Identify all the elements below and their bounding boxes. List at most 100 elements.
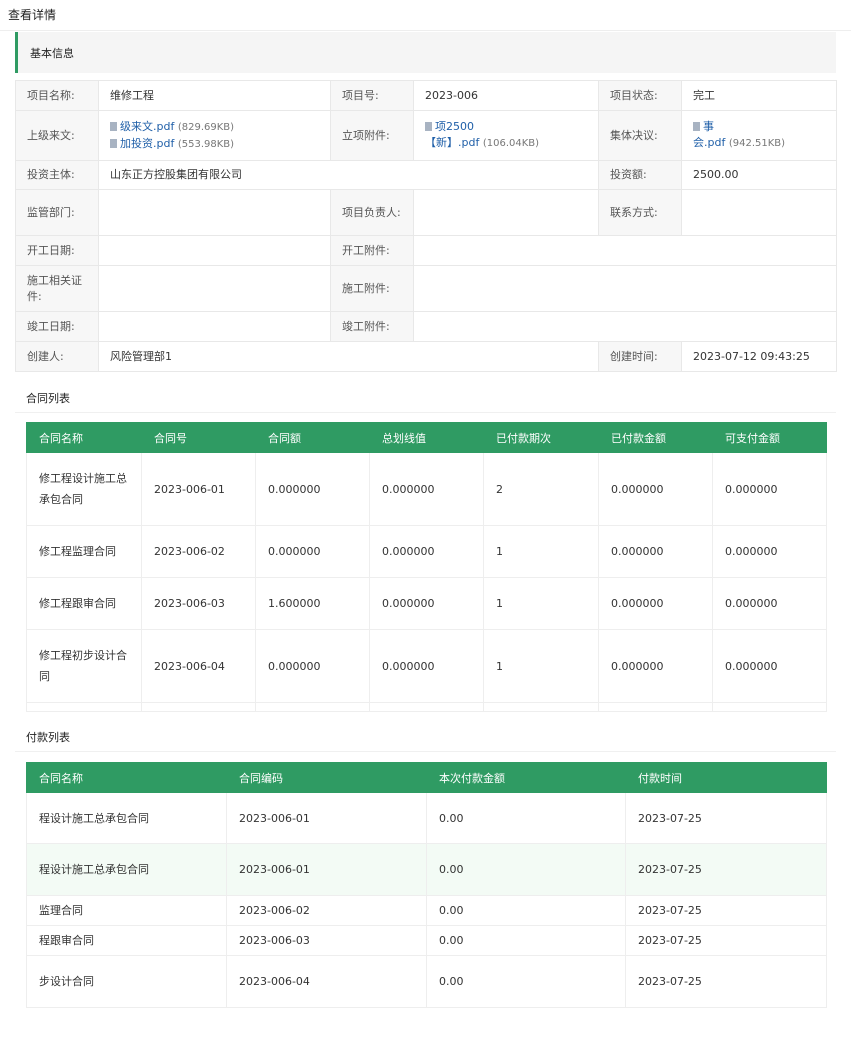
file-size: (942.51KB) [728,138,786,149]
file-name: 加投资.pdf [120,136,175,150]
payment-amount-cell: 0.00 [426,792,626,844]
table-row[interactable]: 修工程跟审合同 2023-006-03 1.600000 0.000000 1 … [26,577,827,630]
table-row[interactable]: 程设计施工总承包合同 2023-006-01 0.00 2023-07-25 [26,792,827,844]
project-name-value: 维修工程 [98,80,331,111]
start-date-label: 开工日期: [15,235,99,266]
table-row[interactable]: 程跟审合同 2023-006-03 0.00 2023-07-25 [26,925,827,956]
total-line-cell: 0.000000 [369,629,484,703]
payment-time-cell: 2023-07-25 [625,925,827,956]
payable-amount-cell: 0.000000 [712,452,827,526]
completion-attach-value [413,311,837,342]
info-row: 竣工日期: 竣工附件: [15,311,837,342]
info-row: 上级来文: 级来文.pdf (829.69KB) 加投资.pdf (553.98… [15,110,837,161]
info-row: 创建人: 风险管理部1 创建时间: 2023-07-12 09:43:25 [15,341,837,372]
title-divider [0,30,851,31]
contract-amount-cell: 0.000000 [255,629,370,703]
completion-date-label: 竣工日期: [15,311,99,342]
paid-amount-cell: 0.000000 [598,629,713,703]
table-header-row: 合同名称 合同号 合同额 总划线值 已付款期次 已付款金额 可支付金额 [26,422,827,453]
contract-code-cell: 2023-006-04 [226,955,427,1008]
info-row: 项目名称: 维修工程 项目号: 2023-006 项目状态: 完工 [15,80,837,111]
contract-no-cell: 2023-006-02 [141,525,256,578]
paid-amount-cell: 0.000000 [598,525,713,578]
column-header: 已付款期次 [483,422,599,453]
payment-amount-cell: 0.00 [426,925,626,956]
contract-code-cell: 2023-006-01 [226,792,427,844]
manager-value [413,189,599,236]
column-header: 合同号 [141,422,256,453]
file-icon [693,122,700,131]
investor-value: 山东正方控股集团有限公司 [98,160,599,190]
manager-label: 项目负责人: [330,189,414,236]
construction-attach-label: 施工附件: [330,265,414,312]
superior-doc-files: 级来文.pdf (829.69KB) 加投资.pdf (553.98KB) [98,110,331,161]
table-row[interactable]: 修工程监理合同 2023-006-02 0.000000 0.000000 1 … [26,525,827,578]
file-icon [110,121,117,131]
column-header: 可支付金额 [712,422,827,453]
project-status-label: 项目状态: [598,80,682,111]
total-line-cell: 0.000000 [369,452,484,526]
contract-code-cell: 2023-006-01 [226,843,427,896]
file-size: (553.98KB) [177,138,235,150]
paid-amount-cell: 0.000000 [598,577,713,630]
contract-name-cell: 监理合同 [26,895,227,926]
contract-table: 合同名称 合同号 合同额 总划线值 已付款期次 已付款金额 可支付金额 修工程设… [26,422,827,712]
table-row[interactable]: 修工程设计施工总承包合同 2023-006-01 0.000000 0.0000… [26,452,827,526]
contract-name-cell: 修工程设计施工总承包合同 [26,452,142,526]
file-name-line1: 项2500 [435,120,474,133]
supervisor-label: 监管部门: [15,189,99,236]
payment-list-title: 付款列表 [26,731,70,744]
supervisor-value [98,189,331,236]
column-header: 付款时间 [625,762,827,793]
table-header-row: 合同名称 合同编码 本次付款金额 付款时间 [26,762,827,793]
payable-amount-cell: 0.000000 [712,525,827,578]
superior-doc-file-link[interactable]: 级来文.pdf (829.69KB) [110,119,319,136]
contract-name-cell: 修工程监理合同 [26,525,142,578]
table-row[interactable]: 步设计合同 2023-006-04 0.00 2023-07-25 [26,955,827,1008]
created-time-label: 创建时间: [598,341,682,372]
paid-periods-cell: 1 [483,577,599,630]
contract-code-cell: 2023-006-03 [226,925,427,956]
file-size: (829.69KB) [177,121,235,133]
total-line-cell: 0.000000 [369,525,484,578]
contract-name-cell: 程设计施工总承包合同 [26,792,227,844]
approval-file-link[interactable]: 项2500 【新】.pdf (106.04KB) [425,119,587,152]
superior-doc-file-link[interactable]: 加投资.pdf (553.98KB) [110,136,319,153]
project-no-label: 项目号: [330,80,414,111]
column-header: 本次付款金额 [426,762,626,793]
project-name-label: 项目名称: [15,80,99,111]
paid-periods-cell: 1 [483,629,599,703]
info-row: 投资主体: 山东正方控股集团有限公司 投资额: 2500.00 [15,160,837,190]
file-name-line2: 会.pdf [693,136,726,149]
completion-attach-label: 竣工附件: [330,311,414,342]
contract-name-cell: 修工程初步设计合同 [26,629,142,703]
column-header: 合同额 [255,422,370,453]
contact-value [681,189,837,236]
completion-date-value [98,311,331,342]
total-line-cell: 0.000000 [369,577,484,630]
permit-value [98,265,331,312]
column-header: 合同名称 [26,762,227,793]
payment-table: 合同名称 合同编码 本次付款金额 付款时间 程设计施工总承包合同 2023-00… [26,762,827,1008]
info-row: 施工相关证件: 施工附件: [15,265,837,312]
collective-file-link[interactable]: 事 会.pdf (942.51KB) [693,119,825,152]
approval-attach-label: 立项附件: [330,110,414,161]
table-row[interactable]: 修工程初步设计合同 2023-006-04 0.000000 0.000000 … [26,629,827,703]
paid-periods-cell: 1 [483,525,599,578]
permit-label: 施工相关证件: [15,265,99,312]
table-row[interactable]: 程设计施工总承包合同 2023-006-01 0.00 2023-07-25 [26,843,827,896]
divider [15,751,836,752]
file-size: (106.04KB) [482,138,540,149]
creator-value: 风险管理部1 [98,341,599,372]
creator-label: 创建人: [15,341,99,372]
contract-no-cell: 2023-006-03 [141,577,256,630]
payable-amount-cell: 0.000000 [712,629,827,703]
payment-time-cell: 2023-07-25 [625,843,827,896]
contract-amount-cell: 0.000000 [255,452,370,526]
contract-amount-cell: 1.600000 [255,577,370,630]
file-name: 级来文.pdf [120,119,175,133]
section-title: 基本信息 [30,47,74,60]
table-row[interactable]: 监理合同 2023-006-02 0.00 2023-07-25 [26,895,827,926]
column-header: 总划线值 [369,422,484,453]
contract-no-cell: 2023-006-04 [141,629,256,703]
